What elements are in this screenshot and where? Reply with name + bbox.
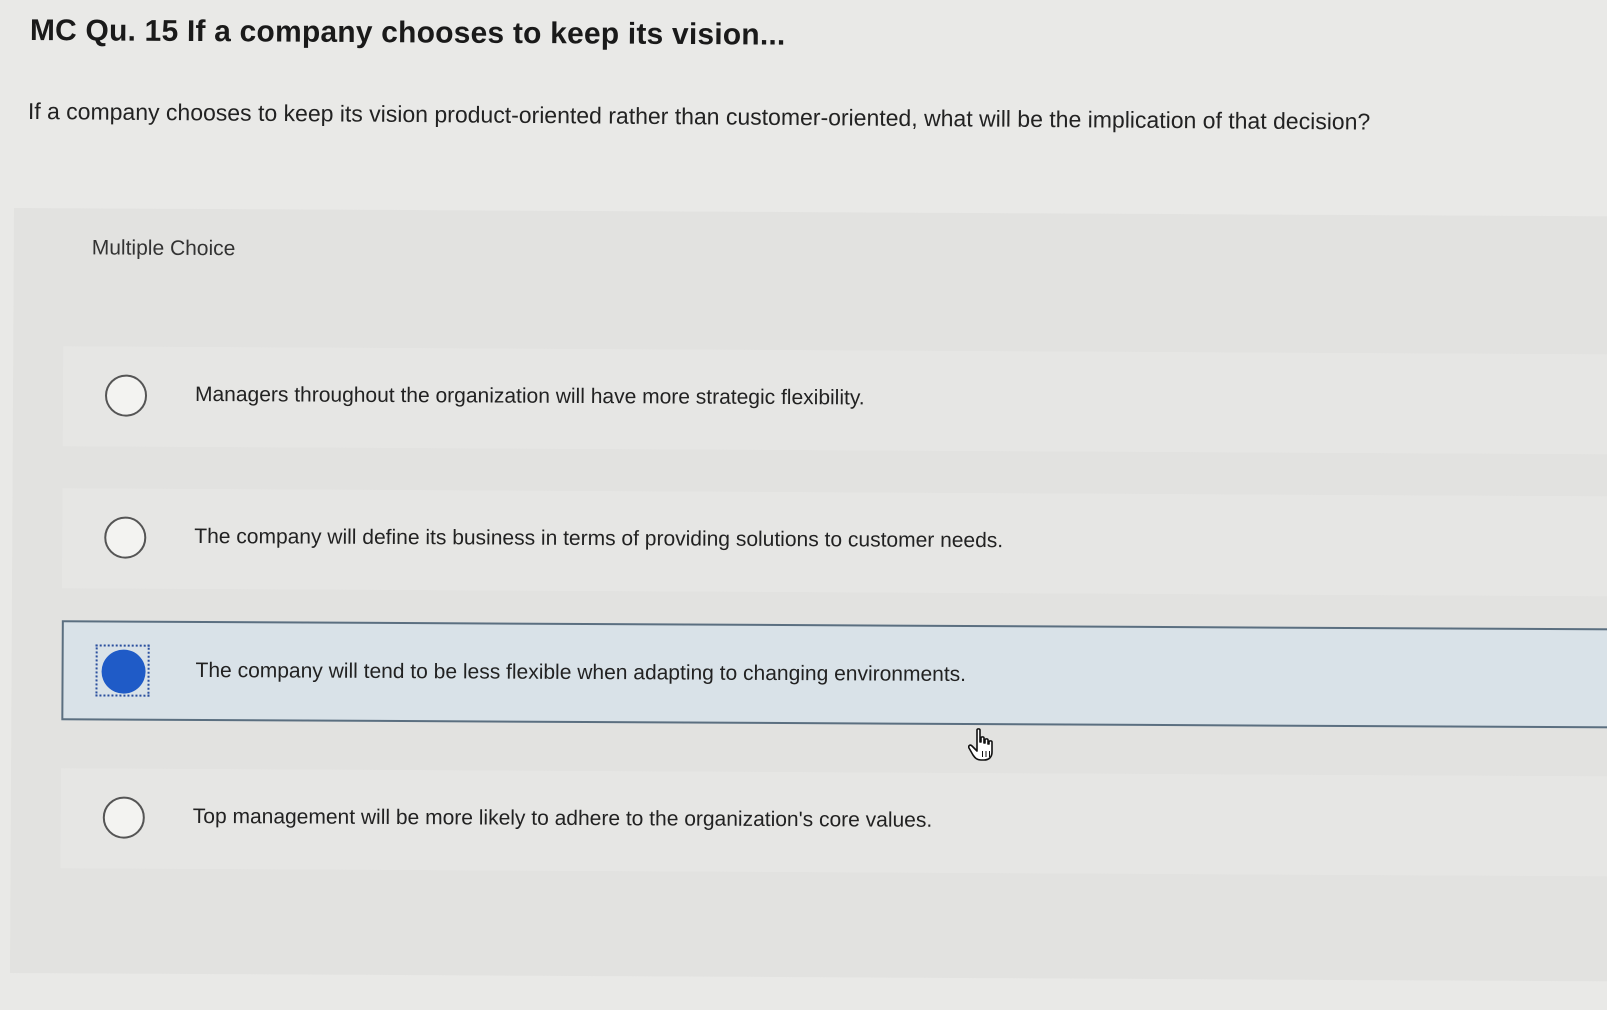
radio-button-c-selected[interactable] <box>101 649 146 694</box>
choice-option-c[interactable]: The company will tend to be less flexibl… <box>61 620 1607 729</box>
question-page: MC Qu. 15 If a company chooses to keep i… <box>0 0 1607 1010</box>
choice-option-b-text: The company will define its business in … <box>194 524 1004 553</box>
choice-option-d[interactable]: Top management will be more likely to ad… <box>60 768 1607 877</box>
choice-option-b[interactable]: The company will define its business in … <box>62 488 1607 597</box>
hand-pointer-icon <box>968 728 993 761</box>
multiple-choice-panel: Multiple Choice Managers throughout the … <box>9 208 1607 982</box>
radio-focus-ring <box>95 644 150 697</box>
question-title: MC Qu. 15 If a company chooses to keep i… <box>29 14 786 52</box>
multiple-choice-label: Multiple Choice <box>91 236 236 261</box>
radio-button-a[interactable] <box>104 374 148 417</box>
choice-option-c-text: The company will tend to be less flexibl… <box>195 658 967 686</box>
choice-option-a-text: Managers throughout the organization wil… <box>194 382 865 410</box>
question-text: If a company chooses to keep its vision … <box>27 98 1371 135</box>
choice-option-a[interactable]: Managers throughout the organization wil… <box>62 346 1607 455</box>
choice-option-d-text: Top management will be more likely to ad… <box>192 804 933 832</box>
radio-button-d[interactable] <box>102 796 145 839</box>
radio-button-b[interactable] <box>104 516 147 559</box>
